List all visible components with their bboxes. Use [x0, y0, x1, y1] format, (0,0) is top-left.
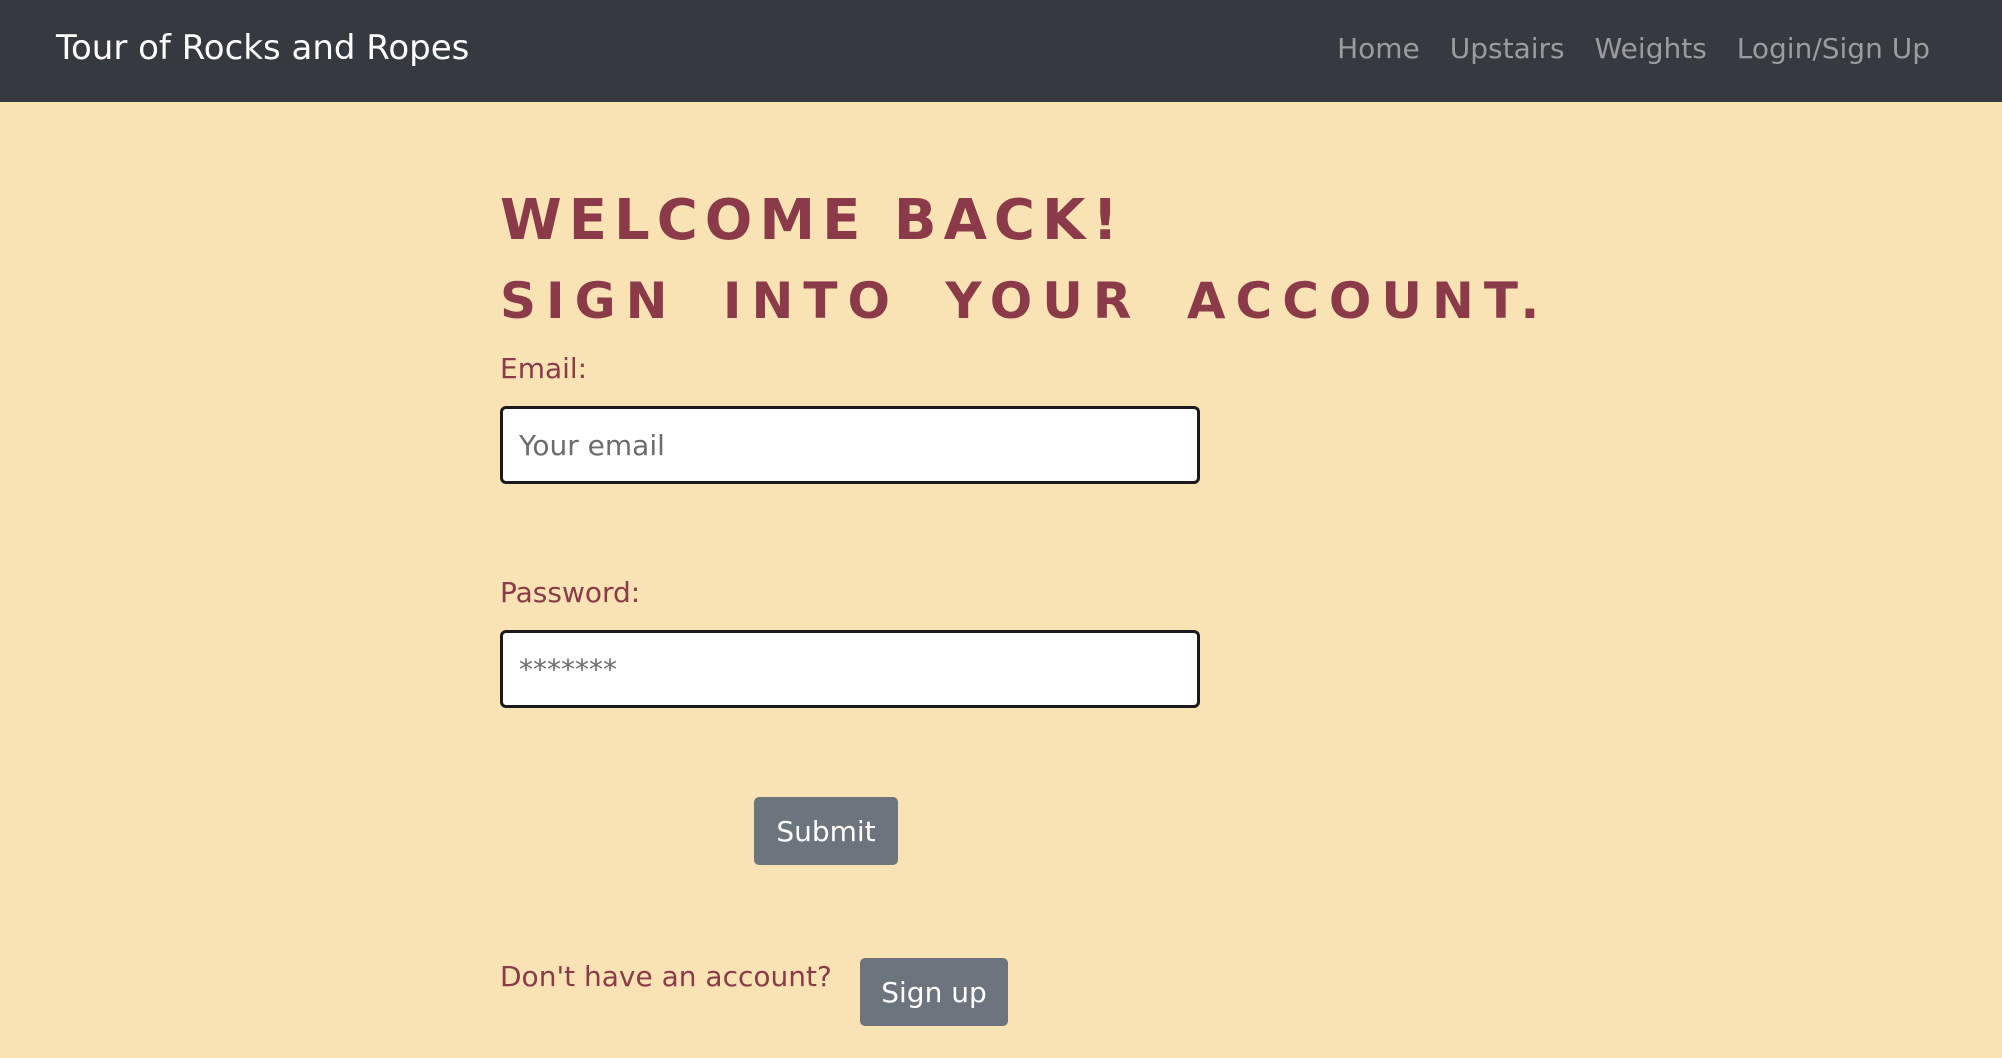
navbar: Tour of Rocks and Ropes Home Upstairs We… [0, 0, 2002, 102]
brand-link[interactable]: Tour of Rocks and Ropes [56, 28, 469, 68]
signup-prompt: Don't have an account? [500, 960, 832, 993]
welcome-heading: Welcome back! [500, 188, 1125, 253]
nav-link-weights[interactable]: Weights [1595, 32, 1707, 65]
sign-up-button[interactable]: Sign up [860, 958, 1008, 1026]
submit-button[interactable]: Submit [754, 797, 898, 865]
email-input[interactable] [500, 406, 1200, 484]
nav-link-home[interactable]: Home [1337, 32, 1420, 65]
sign-in-heading: Sign into your account. [500, 272, 1550, 330]
nav-link-login-signup[interactable]: Login/Sign Up [1737, 32, 1930, 65]
nav-link-upstairs[interactable]: Upstairs [1450, 32, 1565, 65]
email-label: Email: [500, 352, 588, 385]
password-input[interactable] [500, 630, 1200, 708]
password-label: Password: [500, 576, 641, 609]
nav-links: Home Upstairs Weights Login/Sign Up [1337, 32, 1930, 65]
